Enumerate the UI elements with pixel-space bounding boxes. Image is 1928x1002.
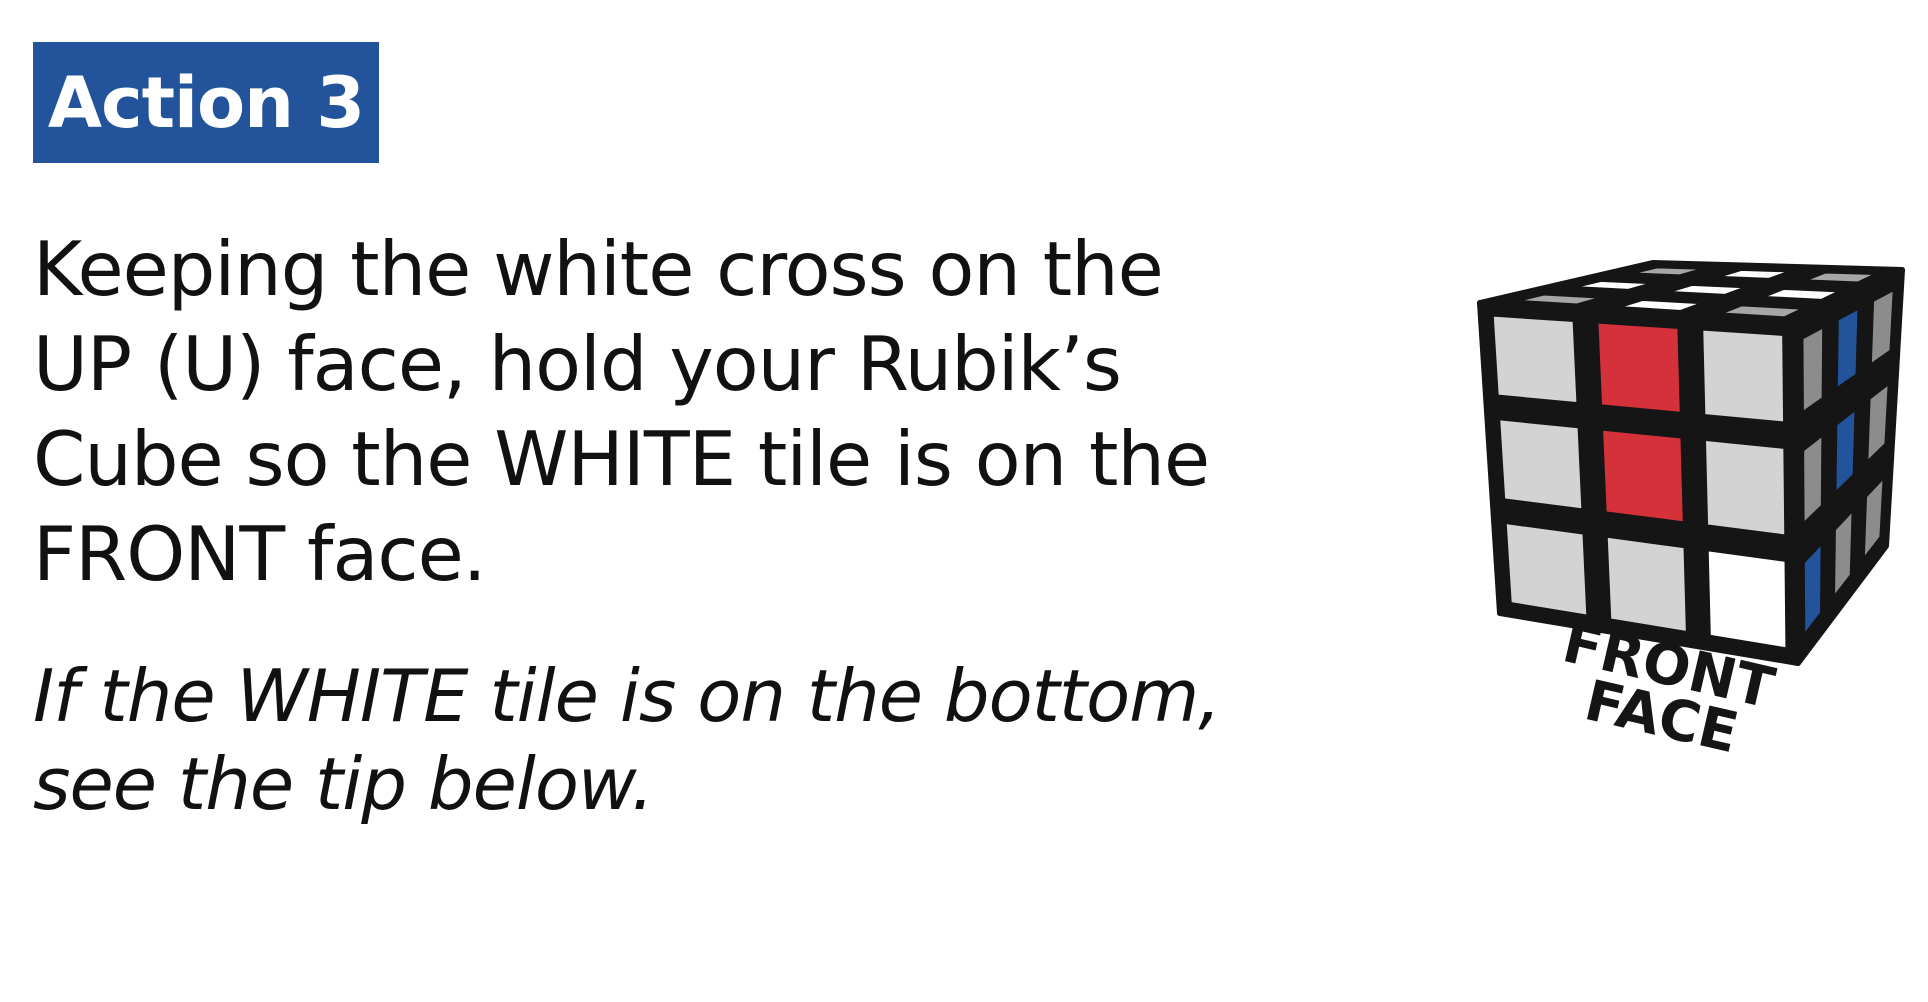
front-sticker <box>1696 323 1791 429</box>
tip-line: If the WHITE tile is on the bottom, <box>33 654 1221 738</box>
tip-text: If the WHITE tile is on the bottom, see … <box>33 652 1293 828</box>
instruction-line: Cube so the WHITE tile is on the <box>33 415 1210 503</box>
front-sticker <box>1595 423 1690 529</box>
instruction-line: UP (U) face, hold your Rubik’s <box>33 320 1122 408</box>
instruction-line: FRONT face. <box>33 510 487 598</box>
cube-body <box>1477 260 1905 666</box>
front-sticker <box>1486 309 1584 410</box>
front-sticker <box>1499 516 1594 623</box>
front-sticker <box>1698 433 1792 542</box>
front-sticker <box>1493 413 1589 516</box>
action-badge: Action 3 <box>33 42 379 163</box>
rubiks-cube-illustration: FRONT FACE <box>1470 250 1910 790</box>
front-sticker <box>1591 316 1687 420</box>
instruction-line: Keeping the white cross on the <box>33 225 1164 313</box>
right-sticker <box>1831 302 1864 396</box>
rubiks-cube-diagram: FRONT FACE <box>1477 260 1905 766</box>
front-sticker <box>1701 543 1793 655</box>
instruction-text: Keeping the white cross on the UP (U) fa… <box>33 222 1293 602</box>
right-sticker <box>1797 321 1829 419</box>
tip-line: see the tip below. <box>33 742 654 826</box>
